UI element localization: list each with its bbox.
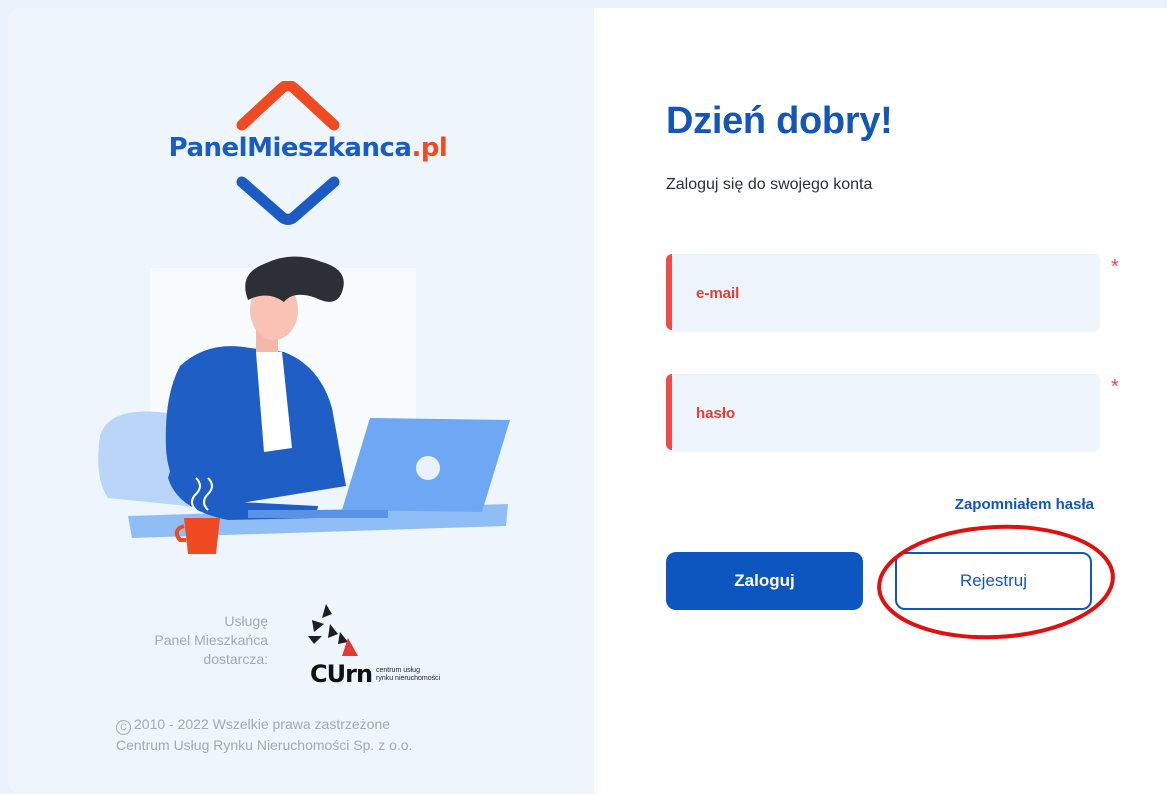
provider-caption: Usługę Panel Mieszkańca dostarcza: [88,612,268,669]
login-subtitle: Zaloguj się do swojego konta [666,176,873,193]
copyright-line-1: C 2010 - 2022 Wszelkie prawa zastrzeżone [116,714,496,735]
copyright-notice: C 2010 - 2022 Wszelkie prawa zastrzeżone … [116,714,496,756]
person-at-laptop-illustration [98,256,510,554]
page-title: Dzień dobry! [666,100,893,142]
login-card: PanelMieszkanca.pl Usługę Panel Mieszkań… [8,8,1167,794]
login-form-panel: Dzień dobry! Zaloguj się do swojego kont… [594,8,1167,794]
branding-panel: PanelMieszkanca.pl Usługę Panel Mieszkań… [8,8,594,794]
panel-mieszkanca-logo: PanelMieszkanca.pl [148,81,468,226]
copyright-line-2: Centrum Usług Rynku Nieruchomości Sp. z … [116,737,413,753]
copyright-text: 2010 - 2022 Wszelkie prawa zastrzeżone [134,716,391,732]
provider-line-1: Usługę [224,613,268,629]
curn-logo-wordmark: CUrn [310,660,373,688]
curn-logo: CUrn centrum usług rynku nieruchomości [300,598,470,690]
password-required-marker: * [1111,376,1119,398]
provider-line-2: Panel Mieszkańca [154,632,268,648]
register-button[interactable]: Rejestruj [895,552,1092,610]
logo-wordmark: PanelMieszkanca.pl [168,133,448,163]
curn-subtitle-line-2: rynku nieruchomości [376,675,441,682]
provider-line-3: dostarcza: [203,651,268,667]
email-required-marker: * [1111,256,1119,278]
password-input[interactable] [694,374,1088,452]
curn-subtitle-line-1: centrum usług [376,667,420,674]
copyright-icon: C [116,720,131,735]
password-field-wrapper [666,374,1100,452]
email-field-wrapper [666,254,1100,332]
forgot-password-link[interactable]: Zapomniałem hasła [594,496,1094,513]
login-button[interactable]: Zaloguj [666,552,863,610]
curn-logo-subtitle: centrum usług rynku nieruchomości [376,667,440,683]
email-input[interactable] [694,254,1088,332]
